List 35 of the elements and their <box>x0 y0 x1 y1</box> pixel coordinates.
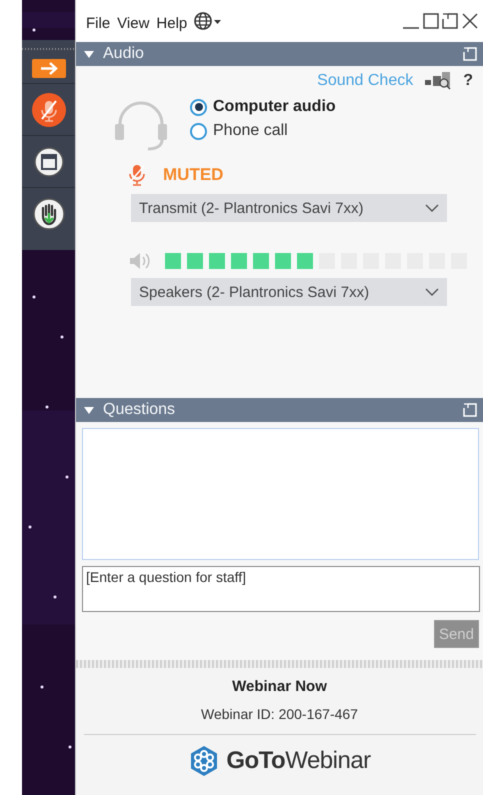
menu-item[interactable]: Help <box>156 10 188 32</box>
raise-hand-icon[interactable] <box>32 198 64 230</box>
speaker-dropdown[interactable]: Speakers (2- Plantronics Savi 7xx) <box>131 278 447 306</box>
panel-header[interactable]: Questions <box>76 398 483 422</box>
help-icon[interactable]: ? <box>463 72 473 90</box>
webinar-id: Webinar ID: 200-167-467 <box>201 706 358 722</box>
panel-header[interactable]: Audio <box>76 42 483 66</box>
dropdown-value: Speakers (2- Plantronics Savi 7xx) <box>139 284 370 300</box>
splitter-handle[interactable] <box>76 660 483 668</box>
chevron-down-icon <box>425 288 439 296</box>
menu-item[interactable]: File <box>86 10 110 32</box>
globe-icon[interactable] <box>194 12 222 30</box>
question-input-field[interactable]: [Enter a question for staff] <box>82 566 480 612</box>
product-logo-text: GoToWebinar <box>226 747 371 775</box>
muted-microphone-icon <box>129 164 145 186</box>
panel-title: Audio <box>103 45 145 63</box>
menu-item[interactable]: View <box>117 10 150 32</box>
close-icon[interactable] <box>461 12 479 30</box>
radio-label[interactable]: Phone call <box>213 122 288 140</box>
maximize-icon[interactable] <box>423 13 439 29</box>
popout-icon[interactable] <box>442 13 458 29</box>
collapse-triangle-icon[interactable] <box>84 406 94 414</box>
microphone-dropdown[interactable]: Transmit (2- Plantronics Savi 7xx) <box>131 194 447 222</box>
panel-title: Questions <box>103 401 176 419</box>
webinar-title: Webinar Now <box>232 678 327 695</box>
window-icon[interactable] <box>34 146 64 176</box>
speaker-test-icon[interactable] <box>425 72 452 90</box>
muted-microphone-icon[interactable] <box>32 92 66 126</box>
radio-button[interactable] <box>190 98 207 116</box>
radio-button[interactable] <box>190 122 207 140</box>
collapse-triangle-icon[interactable] <box>84 50 94 58</box>
radio-label[interactable]: Computer audio <box>213 98 336 116</box>
chevron-down-icon <box>425 204 439 212</box>
muted-status: MUTED <box>163 165 224 185</box>
dropdown-value: Transmit (2- Plantronics Savi 7xx) <box>139 200 364 216</box>
